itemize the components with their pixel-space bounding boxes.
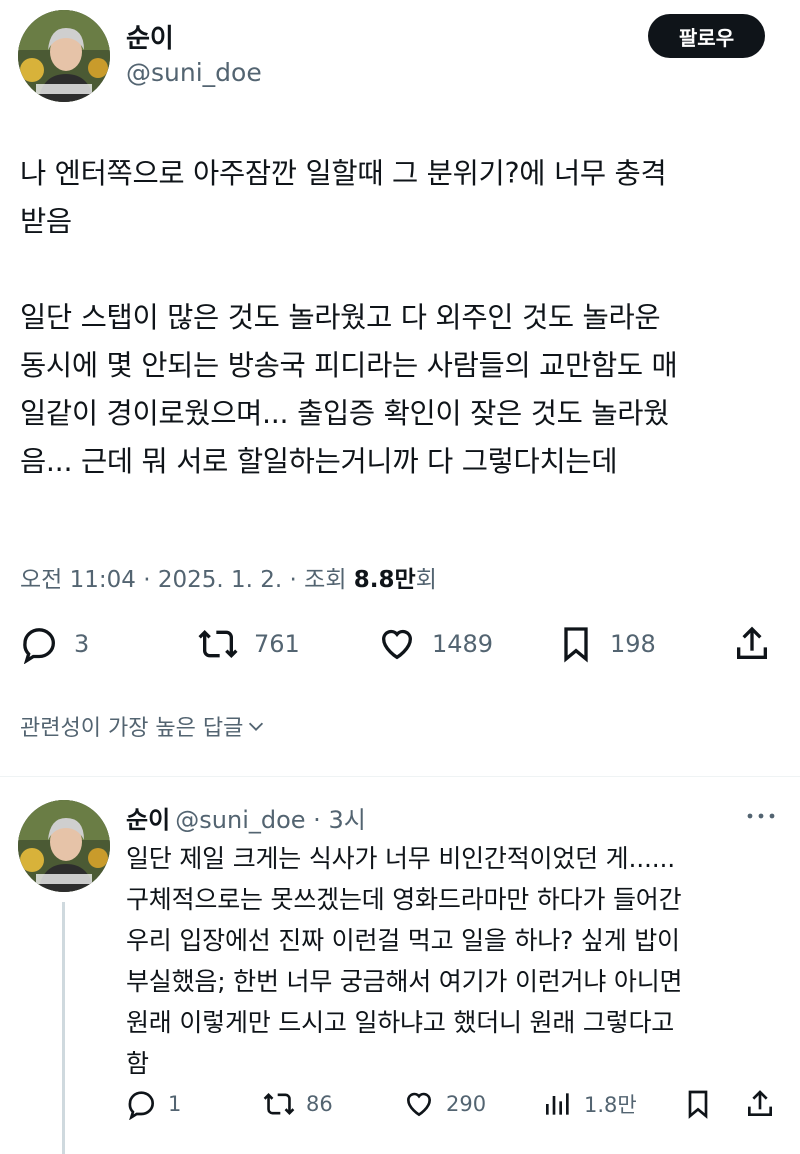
reply-like-button[interactable]: 290	[402, 1088, 486, 1120]
reply-icon	[23, 628, 56, 664]
reply-header: 순이 @suni_doe · 3시	[126, 806, 366, 834]
tweet-line: 동시에 몇 안되는 방송국 피디라는 사람들의 교만함도 매	[20, 349, 678, 382]
reply-icon	[128, 1091, 155, 1120]
bookmark-button[interactable]: 198	[556, 624, 656, 664]
author-handle[interactable]: @suni_doe	[126, 58, 262, 87]
tweet-line: 일같이 경이로웠으며... 출입증 확인이 잦은 것도 놀라웠	[20, 397, 670, 430]
bookmark-count: 198	[610, 630, 656, 658]
tweet-text: 나 엔터쪽으로 아주잠깐 일할때 그 분위기?에 너무 충격 받음 일단 스탭이…	[20, 150, 790, 486]
reply-text: 일단 제일 크게는 식사가 너무 비인간적이었던 게...... 구체적으로는 …	[126, 838, 790, 1084]
reply-line: 구체적으로는 못쓰겠는데 영화드라마만 하다가 들어간	[126, 885, 682, 914]
views-count: 8.8만	[353, 567, 416, 593]
reply-like-count: 290	[446, 1092, 487, 1116]
reply-author-avatar[interactable]	[18, 800, 110, 892]
reply-line: 원래 이렇게만 드시고 일하냐고 했더니 원래 그렇다고	[126, 1008, 675, 1037]
reply-views-count: 1.8만	[584, 1093, 637, 1117]
sort-label: 관련성이 가장 높은 답글	[20, 716, 244, 741]
reply-retweet-count: 86	[306, 1092, 333, 1116]
reply-line: 우리 입장에선 진짜 이런걸 먹고 일을 하나? 싶게 밥이	[126, 926, 680, 955]
share-icon	[748, 1090, 772, 1116]
bookmark-icon	[564, 627, 588, 663]
more-icon	[747, 813, 775, 819]
reply-sort-dropdown[interactable]: 관련성이 가장 높은 답글	[20, 710, 269, 742]
reply-retweet-button[interactable]: 86	[262, 1088, 333, 1120]
reply-views-button[interactable]: 1.8만	[542, 1088, 637, 1120]
analytics-icon	[546, 1093, 569, 1115]
retweet-icon	[198, 629, 238, 659]
reply-count: 3	[74, 630, 90, 658]
views-label: 조회	[304, 567, 347, 593]
author-name[interactable]: 순이	[126, 18, 174, 55]
tweet-line: 일단 스탭이 많은 것도 놀라웠고 다 외주인 것도 놀라운	[20, 301, 661, 334]
views-suffix: 회	[415, 567, 437, 593]
heart-icon	[406, 1092, 432, 1117]
more-options-button[interactable]	[744, 806, 778, 830]
reply-author-handle[interactable]: @suni_doe	[175, 806, 305, 834]
tweet-time[interactable]: 오전 11:04	[20, 567, 136, 593]
bookmark-icon	[688, 1090, 708, 1119]
reply-author-name[interactable]: 순이	[126, 806, 170, 834]
tweet-meta: 오전 11:04 · 2025. 1. 2. · 조회 8.8만회	[20, 567, 437, 593]
reply-share-button[interactable]	[744, 1088, 786, 1120]
like-count: 1489	[432, 630, 494, 658]
retweet-button[interactable]: 761	[196, 624, 300, 664]
divider	[0, 776, 800, 777]
retweet-count: 761	[254, 630, 300, 658]
tweet-date[interactable]: 2025. 1. 2.	[158, 567, 282, 593]
author-avatar[interactable]	[18, 10, 110, 102]
chevron-down-icon	[249, 722, 264, 731]
reply-bookmark-button[interactable]	[682, 1088, 724, 1120]
retweet-icon	[263, 1092, 295, 1116]
thread-line	[62, 902, 65, 1154]
follow-button[interactable]: 팔로우	[648, 14, 765, 58]
share-button[interactable]	[732, 624, 786, 664]
reply-reply-count: 1	[168, 1092, 182, 1116]
reply-line: 함	[126, 1049, 149, 1078]
reply-reply-button[interactable]: 1	[126, 1088, 181, 1120]
share-icon	[737, 626, 767, 659]
reply-line: 일단 제일 크게는 식사가 너무 비인간적이었던 게......	[126, 844, 675, 873]
like-button[interactable]: 1489	[376, 624, 493, 664]
reply-button[interactable]: 3	[20, 624, 89, 664]
tweet-line: 나 엔터쪽으로 아주잠깐 일할때 그 분위기?에 너무 충격	[20, 157, 667, 190]
heart-icon	[381, 629, 413, 660]
tweet-line: 음... 근데 뭐 서로 할일하는거니까 다 그렇다치는데	[20, 445, 618, 478]
reply-time[interactable]: 3시	[328, 806, 365, 834]
tweet-line: 받음	[20, 205, 72, 238]
reply-line: 부실했음; 한번 너무 궁금해서 여기가 이런거냐 아니면	[126, 967, 683, 996]
